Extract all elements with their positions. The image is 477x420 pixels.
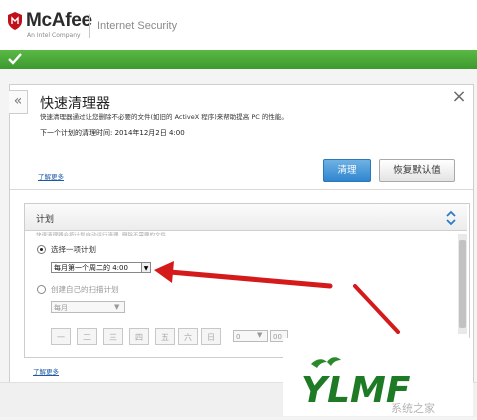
svg-text:系统之家: 系统之家 (391, 401, 435, 415)
collapse-toggle-icon[interactable] (444, 209, 458, 227)
chevron-down-icon[interactable]: ▼ (141, 262, 151, 273)
back-button[interactable]: « (9, 90, 28, 114)
learn-more-link[interactable]: 了解更多 (33, 366, 59, 376)
day-button-sun[interactable]: 日 (201, 328, 221, 345)
page-title: 快速清理器 (40, 96, 110, 112)
preset-schedule-label: 选择一项计划 (51, 245, 96, 254)
day-button-fri[interactable]: 五 (155, 328, 175, 345)
chevron-down-icon: ▼ (257, 331, 263, 339)
scrollbar-thumb[interactable] (459, 240, 466, 328)
custom-schedule-label: 创建自己的扫描计划 (51, 285, 119, 294)
day-button-tue[interactable]: 二 (77, 328, 97, 345)
radio-selected-dot (40, 248, 43, 251)
chevron-down-icon: ▼ (114, 303, 120, 311)
preset-schedule-select[interactable]: 每月第一个周二的 4:00 (51, 262, 149, 273)
day-button-wed[interactable]: 三 (103, 328, 123, 345)
header-divider (89, 14, 90, 38)
mcafee-shield-icon (8, 12, 22, 30)
close-button[interactable]: × (451, 88, 467, 106)
clean-button[interactable]: 清理 (323, 159, 371, 182)
learn-more-link[interactable]: 了解更多 (38, 171, 64, 181)
day-button-sat[interactable]: 六 (178, 328, 198, 345)
restore-defaults-button[interactable]: 恢复默认值 (379, 159, 455, 182)
checkmark-icon (8, 53, 22, 65)
brand-subtitle: An Intel Company (27, 32, 81, 39)
page-description: 快速清理器通过让您删除不必要的文件(如旧的 ActiveX 程序)来帮助提高 P… (40, 113, 288, 121)
protection-status-bar (0, 50, 477, 69)
hour-select[interactable]: 0 (233, 330, 268, 342)
day-button-mon[interactable]: 一 (51, 328, 71, 345)
brand-name: McAfee (26, 10, 92, 31)
schedule-header[interactable] (25, 204, 467, 231)
custom-schedule-radio[interactable] (37, 285, 46, 294)
site-watermark: YLMF 系统之家 (283, 338, 473, 416)
day-button-thu[interactable]: 四 (129, 328, 149, 345)
schedule-title: 计划 (36, 215, 55, 225)
next-schedule-text: 下一个计划的清理时间: 2014年12月2日 4:00 (40, 129, 185, 137)
product-name: Internet Security (97, 20, 178, 32)
section-divider (10, 189, 473, 190)
schedule-intro-text: 快速清理器会按计划自动运行清理, 删除不需要的文件 (36, 233, 166, 236)
ylmf-logo: YLMF 系统之家 (301, 357, 435, 415)
